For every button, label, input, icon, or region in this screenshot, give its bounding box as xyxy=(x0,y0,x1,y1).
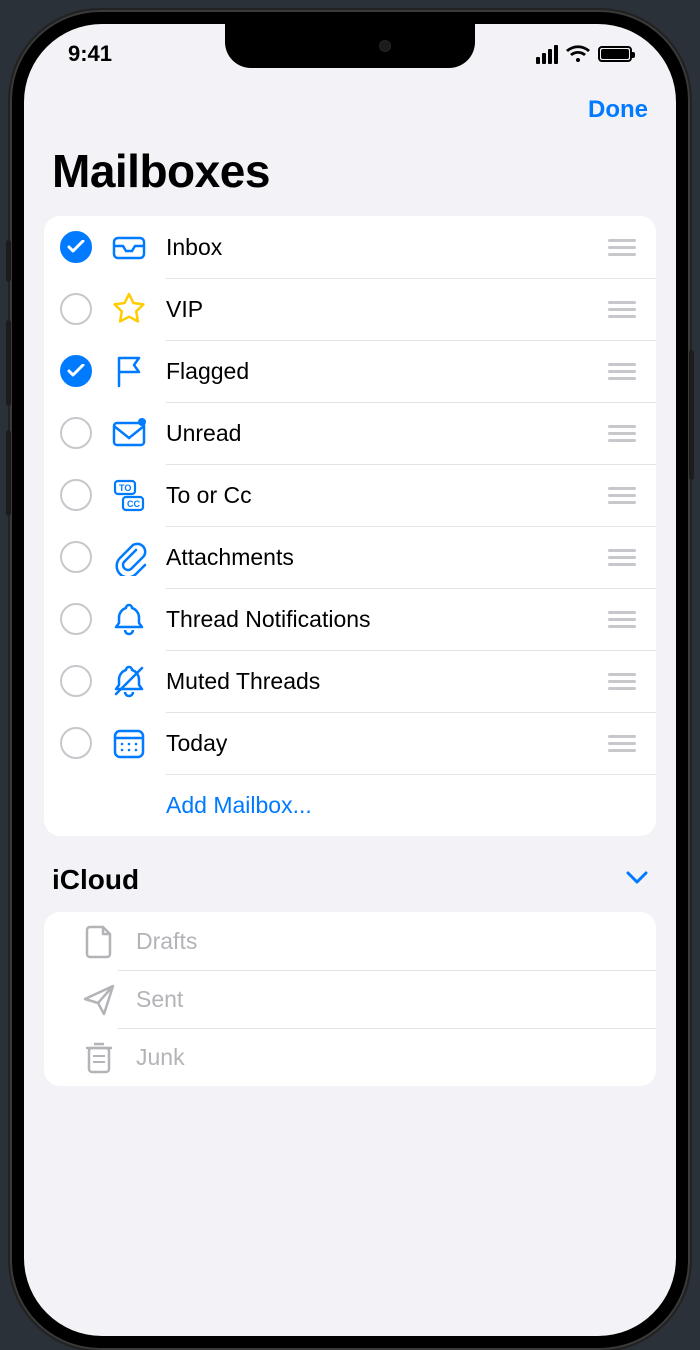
star-icon xyxy=(110,290,148,328)
mailbox-row-bellslash[interactable]: Muted Threads xyxy=(44,650,656,712)
mailbox-label: Today xyxy=(166,730,608,757)
tocc-icon xyxy=(110,476,148,514)
checkbox[interactable] xyxy=(60,293,92,325)
icloud-item-label: Junk xyxy=(136,1044,640,1071)
doc-icon xyxy=(80,922,118,960)
mailbox-label: Thread Notifications xyxy=(166,606,608,633)
checkbox[interactable] xyxy=(60,603,92,635)
icloud-row-doc: Drafts xyxy=(44,912,656,970)
icloud-card: Drafts Sent Junk xyxy=(44,912,656,1086)
drag-handle-icon[interactable] xyxy=(608,735,640,752)
calendar-icon xyxy=(110,724,148,762)
mailbox-row-bell[interactable]: Thread Notifications xyxy=(44,588,656,650)
add-mailbox-button[interactable]: Add Mailbox... xyxy=(166,792,312,819)
mailbox-label: VIP xyxy=(166,296,608,323)
bellslash-icon xyxy=(110,662,148,700)
chevron-down-icon xyxy=(626,871,648,890)
mailboxes-card: Inbox VIP Flagged Unread To or Cc Attachments… xyxy=(44,216,656,836)
mailbox-label: To or Cc xyxy=(166,482,608,509)
nav-bar: Done xyxy=(24,84,676,124)
icloud-row-trash: Junk xyxy=(44,1028,656,1086)
icloud-title: iCloud xyxy=(52,864,139,896)
mailbox-row-flag[interactable]: Flagged xyxy=(44,340,656,402)
page-title: Mailboxes xyxy=(24,124,676,208)
icloud-item-label: Drafts xyxy=(136,928,640,955)
mailbox-label: Muted Threads xyxy=(166,668,608,695)
mailbox-row-inbox[interactable]: Inbox xyxy=(44,216,656,278)
volume-down-button xyxy=(6,430,11,516)
mailbox-label: Unread xyxy=(166,420,608,447)
done-button[interactable]: Done xyxy=(588,96,648,124)
paperplane-icon xyxy=(80,980,118,1018)
drag-handle-icon[interactable] xyxy=(608,673,640,690)
drag-handle-icon[interactable] xyxy=(608,611,640,628)
front-camera xyxy=(379,40,391,52)
mailbox-row-star[interactable]: VIP xyxy=(44,278,656,340)
mailbox-label: Inbox xyxy=(166,234,608,261)
drag-handle-icon[interactable] xyxy=(608,549,640,566)
icloud-section-header[interactable]: iCloud xyxy=(24,836,676,904)
mailbox-row-tocc[interactable]: To or Cc xyxy=(44,464,656,526)
status-time: 9:41 xyxy=(68,41,112,67)
checkbox[interactable] xyxy=(60,727,92,759)
drag-handle-icon[interactable] xyxy=(608,301,640,318)
mailbox-row-paperclip[interactable]: Attachments xyxy=(44,526,656,588)
checkbox[interactable] xyxy=(60,479,92,511)
mailbox-label: Attachments xyxy=(166,544,608,571)
drag-handle-icon[interactable] xyxy=(608,487,640,504)
checkbox[interactable] xyxy=(60,231,92,263)
drag-handle-icon[interactable] xyxy=(608,363,640,380)
trash-icon xyxy=(80,1038,118,1076)
unread-icon xyxy=(110,414,148,452)
volume-up-button xyxy=(6,320,11,406)
checkbox[interactable] xyxy=(60,417,92,449)
notch xyxy=(225,24,475,68)
checkbox[interactable] xyxy=(60,541,92,573)
wifi-icon xyxy=(566,45,590,63)
icloud-row-paperplane: Sent xyxy=(44,970,656,1028)
mute-switch xyxy=(6,240,11,282)
drag-handle-icon[interactable] xyxy=(608,239,640,256)
checkbox[interactable] xyxy=(60,665,92,697)
flag-icon xyxy=(110,352,148,390)
cellular-icon xyxy=(536,45,558,64)
bell-icon xyxy=(110,600,148,638)
paperclip-icon xyxy=(110,538,148,576)
mailbox-row-unread[interactable]: Unread xyxy=(44,402,656,464)
screen: 9:41 Done Mailboxes Inbox VIP Flagged Unrea… xyxy=(24,24,676,1336)
phone-frame: 9:41 Done Mailboxes Inbox VIP Flagged Unrea… xyxy=(10,10,690,1350)
icloud-item-label: Sent xyxy=(136,986,640,1013)
checkbox[interactable] xyxy=(60,355,92,387)
mailbox-label: Flagged xyxy=(166,358,608,385)
inbox-icon xyxy=(110,228,148,266)
power-button xyxy=(689,350,694,480)
drag-handle-icon[interactable] xyxy=(608,425,640,442)
mailbox-row-calendar[interactable]: Today xyxy=(44,712,656,774)
battery-icon xyxy=(598,46,632,62)
